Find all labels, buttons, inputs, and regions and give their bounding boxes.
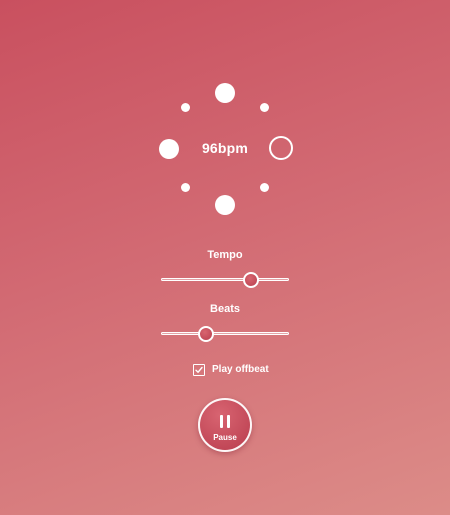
offbeat-dot-1 [260,103,269,112]
metronome-app: 96bpm Tempo Beats Play offbeat Pause [0,0,450,515]
beats-slider-thumb[interactable] [198,326,214,342]
beats-slider[interactable] [161,326,289,342]
offbeat-checkbox[interactable] [193,364,205,376]
tempo-slider-thumb[interactable] [243,272,259,288]
pause-button[interactable]: Pause [198,398,252,452]
beat-dot-3 [215,195,235,215]
offbeat-option[interactable]: Play offbeat [193,363,269,377]
checkmark-icon [195,366,203,373]
beat-dot-1 [215,83,235,103]
offbeat-dot-2 [260,183,269,192]
pause-button-label: Pause [213,433,237,442]
beats-label: Beats [210,303,240,315]
offbeat-dot-4 [181,103,190,112]
tempo-slider[interactable] [161,272,289,288]
pause-icon [220,415,230,428]
tempo-slider-track[interactable] [161,278,289,281]
offbeat-label: Play offbeat [212,364,269,375]
bpm-display: 96bpm [201,140,249,156]
beats-slider-track[interactable] [161,332,289,335]
offbeat-dot-3 [181,183,190,192]
beat-ring: 96bpm [0,0,450,260]
tempo-label: Tempo [207,249,243,261]
